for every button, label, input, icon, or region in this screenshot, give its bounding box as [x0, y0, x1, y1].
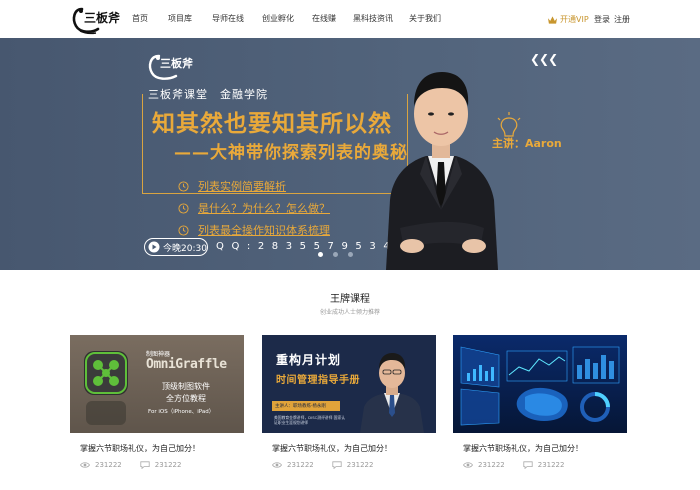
nav-tech-news[interactable]: 黑科技资讯: [345, 0, 401, 38]
comment-icon: [140, 461, 150, 469]
carousel-dot[interactable]: [318, 252, 323, 257]
nav-mentors[interactable]: 导师在线: [203, 0, 253, 38]
course-thumbnail[interactable]: 制图神器 OmniGraffle 顶级制图软件 全方位教程 For iOS（iP…: [70, 335, 244, 433]
thumb-caption: 主讲人：职场教练·杨永刚: [275, 404, 326, 409]
course-meta: 231222 231222: [272, 461, 373, 469]
bullet-text: 是什么？为什么？怎么做？: [198, 202, 330, 215]
course-meta: 231222 231222: [463, 461, 564, 469]
live-time-text: 今晚20:30: [163, 243, 207, 254]
play-icon: [148, 241, 160, 253]
nav-projects[interactable]: 项目库: [157, 0, 203, 38]
hero-banner[interactable]: 三板斧 三板斧课堂 金融学院 知其然也要知其所以然 ——大神带你探索列表的奥秘 …: [0, 38, 700, 270]
comment-count: 231222: [154, 461, 182, 469]
main-nav: 首页 项目库 导师在线 创业孵化 在线赚 黑科技资讯 关于我们: [123, 0, 449, 38]
course-title[interactable]: 掌握六节职场礼仪，为自己加分！: [272, 443, 392, 454]
eye-icon: [463, 462, 473, 468]
banner-sub-headline: ——大神带你探索列表的奥秘: [174, 143, 408, 163]
logo-text: 三板斧: [84, 11, 121, 25]
thumb-line1: 重构月计划: [276, 353, 342, 367]
banner-headline: 知其然也要知其所以然: [152, 111, 392, 137]
course-title[interactable]: 掌握六节职场礼仪，为自己加分！: [463, 443, 583, 454]
comment-count: 231222: [537, 461, 565, 469]
clock-icon: [178, 224, 189, 236]
carousel-dots: [318, 252, 363, 257]
crown-icon: [548, 15, 557, 24]
vip-label: 开通VIP: [560, 15, 589, 24]
clock-icon: [178, 202, 189, 214]
section-subtitle: 创业成功人士倾力推荐: [319, 309, 380, 316]
carousel-dot[interactable]: [333, 252, 338, 257]
vip-link[interactable]: 开通VIP: [548, 14, 589, 25]
thumb-line3: For iOS（iPhone、iPad）: [148, 409, 215, 415]
carousel-dot[interactable]: [348, 252, 353, 257]
bullet-text: 列表实例简要解析: [198, 180, 286, 193]
view-count: 231222: [95, 461, 122, 469]
eye-icon: [80, 462, 90, 468]
thumb-note: 美国教育金牌讲师，DISC测评讲师 国家认证职业生涯规划讲师: [274, 415, 346, 425]
banner-logo-text: 三板斧: [160, 57, 193, 70]
top-header: 三板斧 首页 项目库 导师在线 创业孵化 在线赚 黑科技资讯 关于我们 开通VI…: [0, 0, 700, 38]
nav-home[interactable]: 首页: [123, 0, 157, 38]
view-count: 231222: [478, 461, 505, 469]
bullet-item: 列表实例简要解析: [178, 175, 330, 197]
thumb-line1: 顶级制图软件: [162, 382, 210, 391]
qq-number: Q Q : 2 8 3 5 5 7 9 5 3 4: [216, 241, 392, 252]
nav-incubation[interactable]: 创业孵化: [253, 0, 303, 38]
bullet-text: 列表最全操作知识体系梳理: [198, 224, 330, 237]
comment-count: 231222: [346, 461, 374, 469]
course-title[interactable]: 掌握六节职场礼仪，为自己加分！: [80, 443, 200, 454]
course-card[interactable]: 掌握六节职场礼仪，为自己加分！ 231222 231222: [453, 335, 627, 475]
comment-icon: [332, 461, 342, 469]
comment-icon: [523, 461, 533, 469]
banner-bullet-list: 列表实例简要解析 是什么？为什么？怎么做？ 列表最全操作知识体系梳理: [178, 175, 330, 241]
course-thumbnail[interactable]: [453, 335, 627, 433]
eye-icon: [272, 462, 282, 468]
thumb-line2: 时间管理指导手册: [276, 375, 360, 386]
clock-icon: [178, 180, 189, 192]
live-time-badge: 今晚20:30: [144, 238, 208, 256]
register-link[interactable]: 注册: [614, 14, 630, 25]
login-link[interactable]: 登录: [594, 14, 610, 25]
dashboard-artwork: [453, 335, 627, 433]
speaker-photo: [386, 72, 498, 270]
section-title: 王牌课程: [330, 294, 370, 305]
thumb-line2: 全方位教程: [166, 394, 206, 403]
bullet-item: 是什么？为什么？怎么做？: [178, 197, 330, 219]
chevrons-left-icon: ❮❮❮: [530, 52, 558, 66]
nav-earn-online[interactable]: 在线赚: [303, 0, 345, 38]
thumb-brand: OmniGraffle: [146, 357, 227, 372]
course-meta: 231222 231222: [80, 461, 181, 469]
view-count: 231222: [287, 461, 314, 469]
course-thumbnail[interactable]: 重构月计划 时间管理指导手册 主讲人：职场教练·杨永刚 美国教育金牌讲师，DIS…: [262, 335, 436, 433]
nav-about[interactable]: 关于我们: [401, 0, 449, 38]
course-card[interactable]: 重构月计划 时间管理指导手册 主讲人：职场教练·杨永刚 美国教育金牌讲师，DIS…: [262, 335, 436, 475]
course-card[interactable]: 制图神器 OmniGraffle 顶级制图软件 全方位教程 For iOS（iP…: [70, 335, 244, 475]
